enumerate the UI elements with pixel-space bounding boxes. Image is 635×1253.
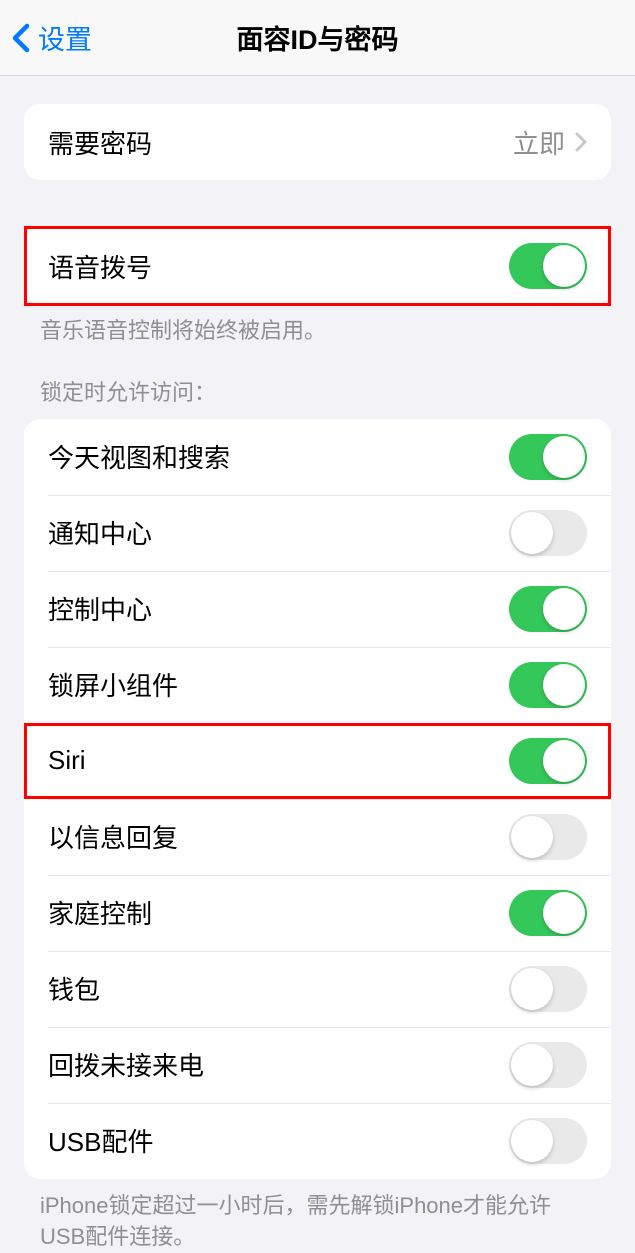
lock-access-footer: iPhone锁定超过一小时后，需先解锁iPhone才能允许USB配件连接。 [0,1179,635,1253]
navigation-bar: 设置 面容ID与密码 [0,0,635,76]
chevron-left-icon [12,23,30,53]
voice-dial-footer: 音乐语音控制将始终被启用。 [0,304,635,347]
toggle-knob [511,816,553,858]
lock-access-row: 锁屏小组件 [24,647,611,723]
lock-access-row: USB配件 [24,1103,611,1179]
toggle-knob [543,892,585,934]
lock-access-item-label: 锁屏小组件 [48,666,509,703]
lock-access-item-label: 回拨未接来电 [48,1046,509,1083]
lock-access-toggle[interactable] [509,1118,587,1164]
toggle-knob [511,1044,553,1086]
lock-access-item-label: Siri [48,745,509,776]
lock-access-toggle[interactable] [509,890,587,936]
toggle-knob [543,436,585,478]
lock-access-toggle[interactable] [509,586,587,632]
lock-access-header: 锁定时允许访问： [0,375,635,419]
chevron-right-icon [575,132,587,152]
require-passcode-value: 立即 [513,124,565,161]
lock-access-item-label: 今天视图和搜索 [48,438,509,475]
lock-access-toggle[interactable] [509,738,587,784]
lock-access-item-label: 以信息回复 [48,818,509,855]
back-button[interactable]: 设置 [0,18,92,57]
lock-access-item-label: 钱包 [48,970,509,1007]
lock-access-row: 家庭控制 [24,875,611,951]
voice-dial-row: 语音拨号 [24,228,611,304]
lock-access-row: Siri [24,723,611,799]
toggle-knob [543,664,585,706]
lock-access-toggle[interactable] [509,966,587,1012]
lock-access-toggle[interactable] [509,814,587,860]
lock-access-row: 以信息回复 [24,799,611,875]
lock-access-item-label: USB配件 [48,1122,509,1159]
back-label: 设置 [38,18,92,57]
toggle-knob [543,245,585,287]
lock-access-item-label: 家庭控制 [48,894,509,931]
toggle-knob [511,1120,553,1162]
toggle-knob [511,512,553,554]
lock-access-row: 钱包 [24,951,611,1027]
toggle-knob [543,740,585,782]
lock-access-row: 控制中心 [24,571,611,647]
page-title: 面容ID与密码 [237,18,399,57]
require-passcode-label: 需要密码 [48,124,513,161]
toggle-knob [511,968,553,1010]
lock-access-item-label: 控制中心 [48,590,509,627]
lock-access-toggle[interactable] [509,662,587,708]
voice-dial-label: 语音拨号 [48,248,509,285]
lock-access-row: 通知中心 [24,495,611,571]
lock-access-row: 回拨未接来电 [24,1027,611,1103]
voice-dial-toggle[interactable] [509,243,587,289]
lock-access-row: 今天视图和搜索 [24,419,611,495]
lock-access-toggle[interactable] [509,1042,587,1088]
lock-access-item-label: 通知中心 [48,514,509,551]
require-passcode-row[interactable]: 需要密码 立即 [24,104,611,180]
lock-access-toggle[interactable] [509,434,587,480]
lock-access-toggle[interactable] [509,510,587,556]
toggle-knob [543,588,585,630]
